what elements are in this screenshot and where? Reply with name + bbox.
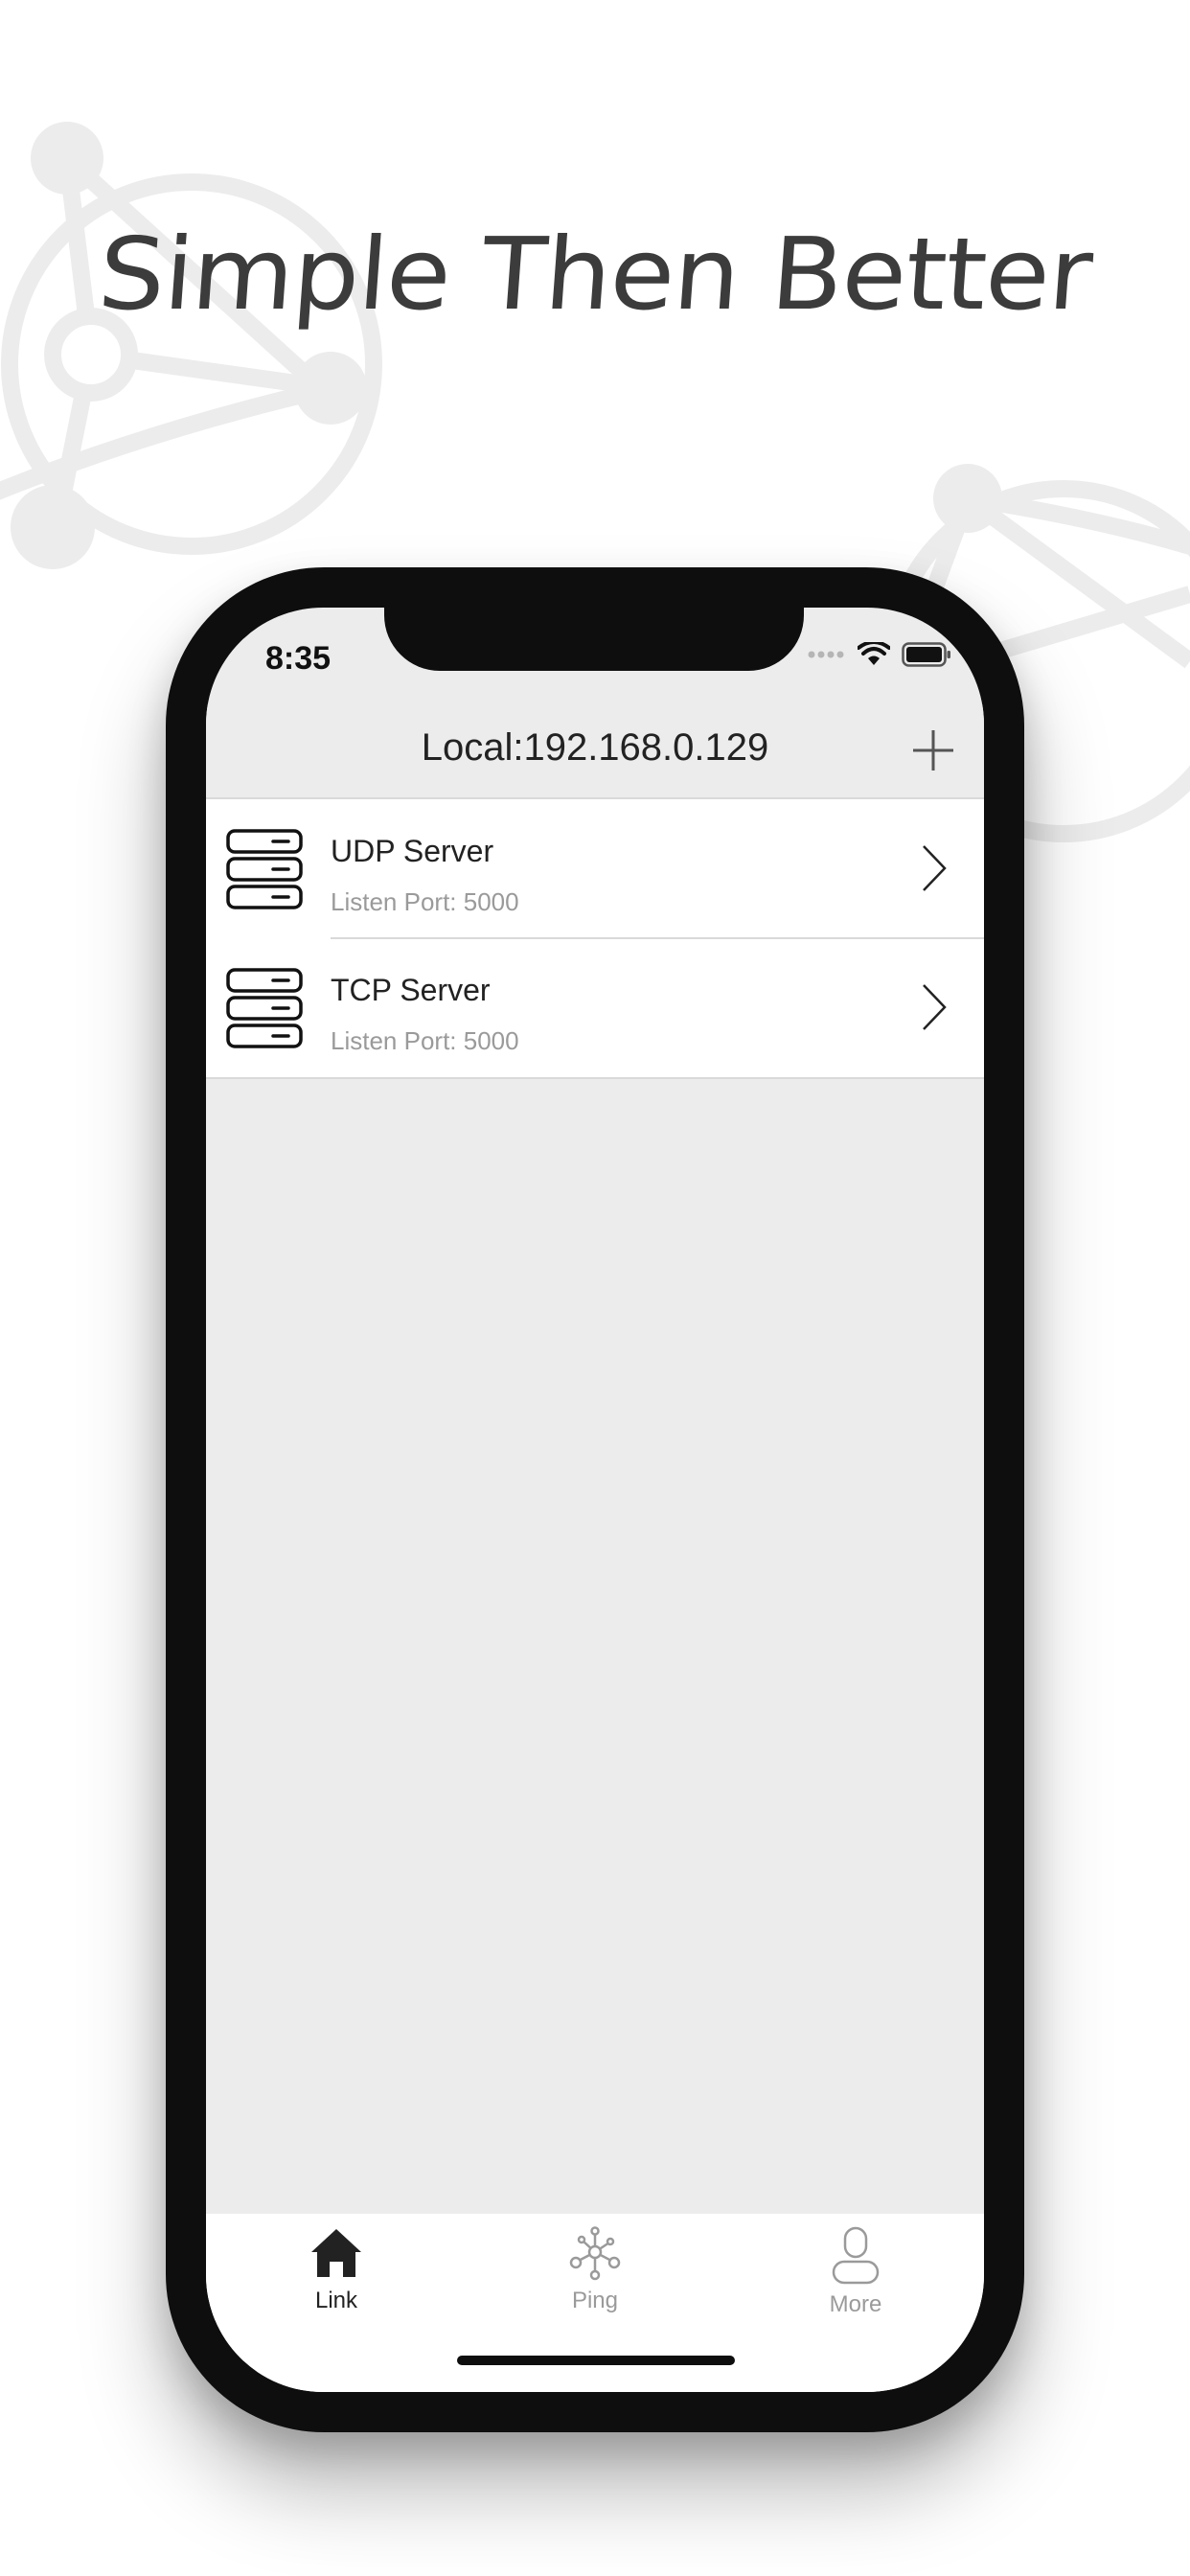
server-icon bbox=[226, 968, 303, 1048]
tab-label: Link bbox=[314, 2288, 358, 2313]
battery-icon bbox=[902, 642, 950, 667]
server-list: UDP Server Listen Port: 5000 TCP Server … bbox=[206, 799, 984, 1079]
plus-icon[interactable] bbox=[907, 724, 959, 776]
network-decoration-top-left bbox=[0, 122, 382, 569]
signal-dots-icon bbox=[808, 651, 844, 658]
list-item-title: UDP Server bbox=[331, 834, 494, 868]
headline: Simple Then Better bbox=[94, 216, 1096, 333]
tab-more[interactable]: More bbox=[789, 2225, 923, 2318]
list-item-tcp-server[interactable]: TCP Server Listen Port: 5000 bbox=[206, 937, 984, 1077]
tab-ping[interactable]: Ping bbox=[528, 2225, 662, 2314]
nav-title: Local:192.168.0.129 bbox=[421, 726, 769, 769]
tab-label: More bbox=[829, 2291, 882, 2317]
list-item-title: TCP Server bbox=[331, 973, 491, 1007]
list-item-udp-server[interactable]: UDP Server Listen Port: 5000 bbox=[206, 799, 984, 938]
wifi-icon bbox=[858, 642, 890, 665]
notch bbox=[384, 608, 804, 671]
tab-bar: Link Ping More bbox=[206, 2214, 984, 2392]
server-icon bbox=[226, 829, 303, 909]
status-time: 8:35 bbox=[265, 640, 332, 677]
network-nodes-icon bbox=[569, 2226, 621, 2281]
chevron-right-icon bbox=[923, 984, 947, 1030]
home-indicator bbox=[457, 2356, 735, 2365]
list-item-subtitle: Listen Port: 5000 bbox=[331, 887, 519, 916]
navigation-bar: Local:192.168.0.129 bbox=[206, 703, 984, 799]
tab-link[interactable]: Link bbox=[269, 2225, 403, 2314]
home-icon bbox=[311, 2229, 361, 2277]
tab-label: Ping bbox=[571, 2288, 619, 2313]
chevron-right-icon bbox=[923, 845, 947, 891]
list-item-subtitle: Listen Port: 5000 bbox=[331, 1026, 519, 1055]
user-icon bbox=[832, 2226, 880, 2285]
phone-frame: 8:35 Local:192.168.0.129 UDP Server List… bbox=[166, 567, 1024, 2432]
phone-screen: 8:35 Local:192.168.0.129 UDP Server List… bbox=[206, 608, 984, 2392]
status-icons bbox=[808, 642, 951, 667]
